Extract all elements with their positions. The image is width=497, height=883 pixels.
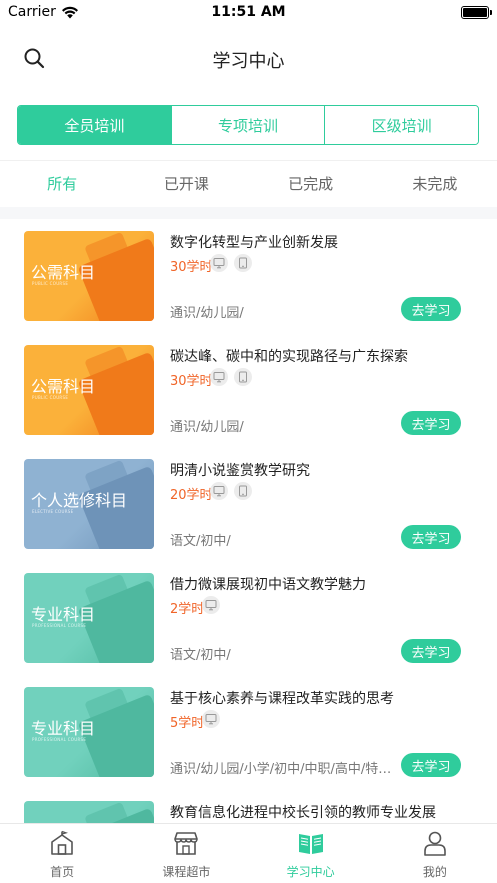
monitor-icon: [210, 254, 229, 272]
start-learning-button[interactable]: 去学习: [401, 639, 461, 663]
course-thumbnail: 专业科目PROFESSIONAL COURSE: [24, 687, 154, 777]
course-title: 借力微课展现初中语文教学魅力: [170, 577, 366, 593]
thumbnail-subtitle: PUBLIC COURSE: [32, 395, 69, 400]
clock: 11:51 AM: [211, 4, 286, 20]
filter-tab-started[interactable]: 已开课: [124, 161, 248, 206]
course-hours: 2学时: [170, 602, 205, 617]
thumbnail-subtitle: ELECTIVE COURSE: [32, 509, 74, 514]
tab-mine-label: 我的: [422, 865, 447, 879]
thumbnail-subtitle: PROFESSIONAL COURSE: [32, 737, 87, 742]
tab-course-store-label: 课程超市: [162, 865, 211, 879]
course-title: 碳达峰、碳中和的实现路径与广东探索: [170, 349, 408, 365]
device-icons: [210, 482, 253, 500]
course-item[interactable]: 专业科目 PROFESSIONAL COURSE 基于核心素养与课程改革实践的思考 5…: [0, 675, 497, 789]
tablet-icon: [234, 254, 253, 272]
thumbnail-title: 个人选修科目: [31, 491, 128, 510]
course-title: 教育信息化进程中校长引领的教师专业发展: [170, 805, 436, 821]
tab-home[interactable]: 首页: [0, 824, 124, 883]
monitor-icon: [201, 710, 220, 728]
course-title: 基于核心素养与课程改革实践的思考: [170, 691, 394, 707]
course-thumbnail: 公需科目 PUBLIC COURSE: [24, 231, 154, 321]
bottom-tab-bar: 首页 课程超市 学习中心 我的: [0, 823, 497, 883]
course-thumbnail: 公需科目 PUBLIC COURSE: [24, 345, 154, 435]
course-tags: 语文/初中/: [170, 534, 231, 549]
store-icon: [174, 832, 199, 855]
start-learning-button[interactable]: 去学习: [401, 525, 461, 549]
device-icons: [201, 710, 220, 728]
user-icon: [424, 831, 446, 856]
battery-icon: [461, 6, 492, 19]
tablet-icon: [234, 368, 253, 386]
device-icons: [210, 254, 253, 272]
thumbnail-title: 专业科目: [31, 719, 96, 738]
filter-tab-incomplete[interactable]: 未完成: [373, 161, 497, 206]
thumbnail-title: 专业科目: [31, 605, 96, 624]
course-item[interactable]: 专业科目PROFESSIONAL COURSE 教育信息化进程中校长引领的教师专业…: [0, 789, 497, 823]
home-icon: [51, 830, 73, 855]
course-item[interactable]: 公需科目 PUBLIC COURSE 碳达峰、碳中和的实现路径与广东探索 30学时通识…: [0, 333, 497, 447]
course-tags: 通识/幼儿园/小学/初中/中职/高中/特殊教育/: [170, 762, 398, 777]
start-learning-button[interactable]: 去学习: [401, 411, 461, 435]
filter-tab-completed[interactable]: 已完成: [249, 161, 373, 206]
device-icons: [201, 596, 220, 614]
course-thumbnail: 个人选修科目 ELECTIVE COURSE: [24, 459, 154, 549]
thumbnail-title: 公需科目: [31, 377, 96, 396]
monitor-icon: [210, 368, 229, 386]
course-tags: 通识/幼儿园/: [170, 306, 244, 321]
thumbnail-subtitle: PUBLIC COURSE: [32, 281, 69, 286]
nav-bar: 学习中心: [0, 34, 497, 82]
course-hours: 5学时: [170, 716, 205, 731]
tab-learning-center[interactable]: 学习中心: [249, 824, 373, 883]
segment-special[interactable]: 专项培训: [171, 106, 326, 144]
course-item[interactable]: 个人选修科目 ELECTIVE COURSE 明清小说鉴赏教学研究 20学时语文/初中…: [0, 447, 497, 561]
status-filter-tabs: 所有 已开课 已完成 未完成: [0, 160, 497, 206]
course-list[interactable]: 公需科目 PUBLIC COURSE 数字化转型与产业创新发展 30学时 通识/幼儿园/…: [0, 219, 497, 823]
monitor-icon: [201, 596, 220, 614]
course-item[interactable]: 公需科目 PUBLIC COURSE 数字化转型与产业创新发展 30学时通识/幼儿园/…: [0, 219, 497, 333]
tab-mine[interactable]: 我的: [373, 824, 497, 883]
search-button[interactable]: [22, 46, 46, 70]
search-icon: [24, 48, 45, 69]
segment-district[interactable]: 区级培训: [325, 106, 478, 144]
course-title: 数字化转型与产业创新发展: [170, 235, 338, 251]
training-type-segment: 全员培训 专项培训 区级培训: [17, 105, 479, 145]
tab-home-label: 首页: [50, 865, 75, 879]
course-hours: 30学时: [170, 260, 213, 275]
section-divider: [0, 207, 497, 219]
book-icon: [298, 834, 323, 854]
tab-course-store[interactable]: 课程超市: [124, 824, 248, 883]
course-tags: 通识/幼儿园/: [170, 420, 244, 435]
course-tags: 语文/初中/: [170, 648, 231, 663]
page-title: 学习中心: [212, 51, 285, 72]
start-learning-button[interactable]: 去学习: [401, 753, 461, 777]
course-hours: 20学时: [170, 488, 213, 503]
tab-learning-center-label: 学习中心: [286, 865, 335, 879]
monitor-icon: [210, 482, 229, 500]
course-title: 明清小说鉴赏教学研究: [170, 463, 310, 479]
course-hours: 30学时: [170, 374, 213, 389]
course-thumbnail: 专业科目PROFESSIONAL COURSE: [24, 573, 154, 663]
filter-tab-all[interactable]: 所有: [0, 161, 124, 206]
start-learning-button[interactable]: 去学习: [401, 297, 461, 321]
segment-all-staff[interactable]: 全员培训: [18, 106, 172, 144]
thumbnail-subtitle: PROFESSIONAL COURSE: [32, 623, 87, 628]
course-item[interactable]: 专业科目 PROFESSIONAL COURSE 借力微课展现初中语文教学魅力 2学时…: [0, 561, 497, 675]
tablet-icon: [234, 482, 253, 500]
device-icons: [210, 368, 253, 386]
thumbnail-title: 公需科目: [31, 263, 96, 282]
status-bar: Carrier 11:51 AM: [0, 0, 497, 26]
course-thumbnail: 专业科目PROFESSIONAL COURSE: [24, 801, 154, 823]
